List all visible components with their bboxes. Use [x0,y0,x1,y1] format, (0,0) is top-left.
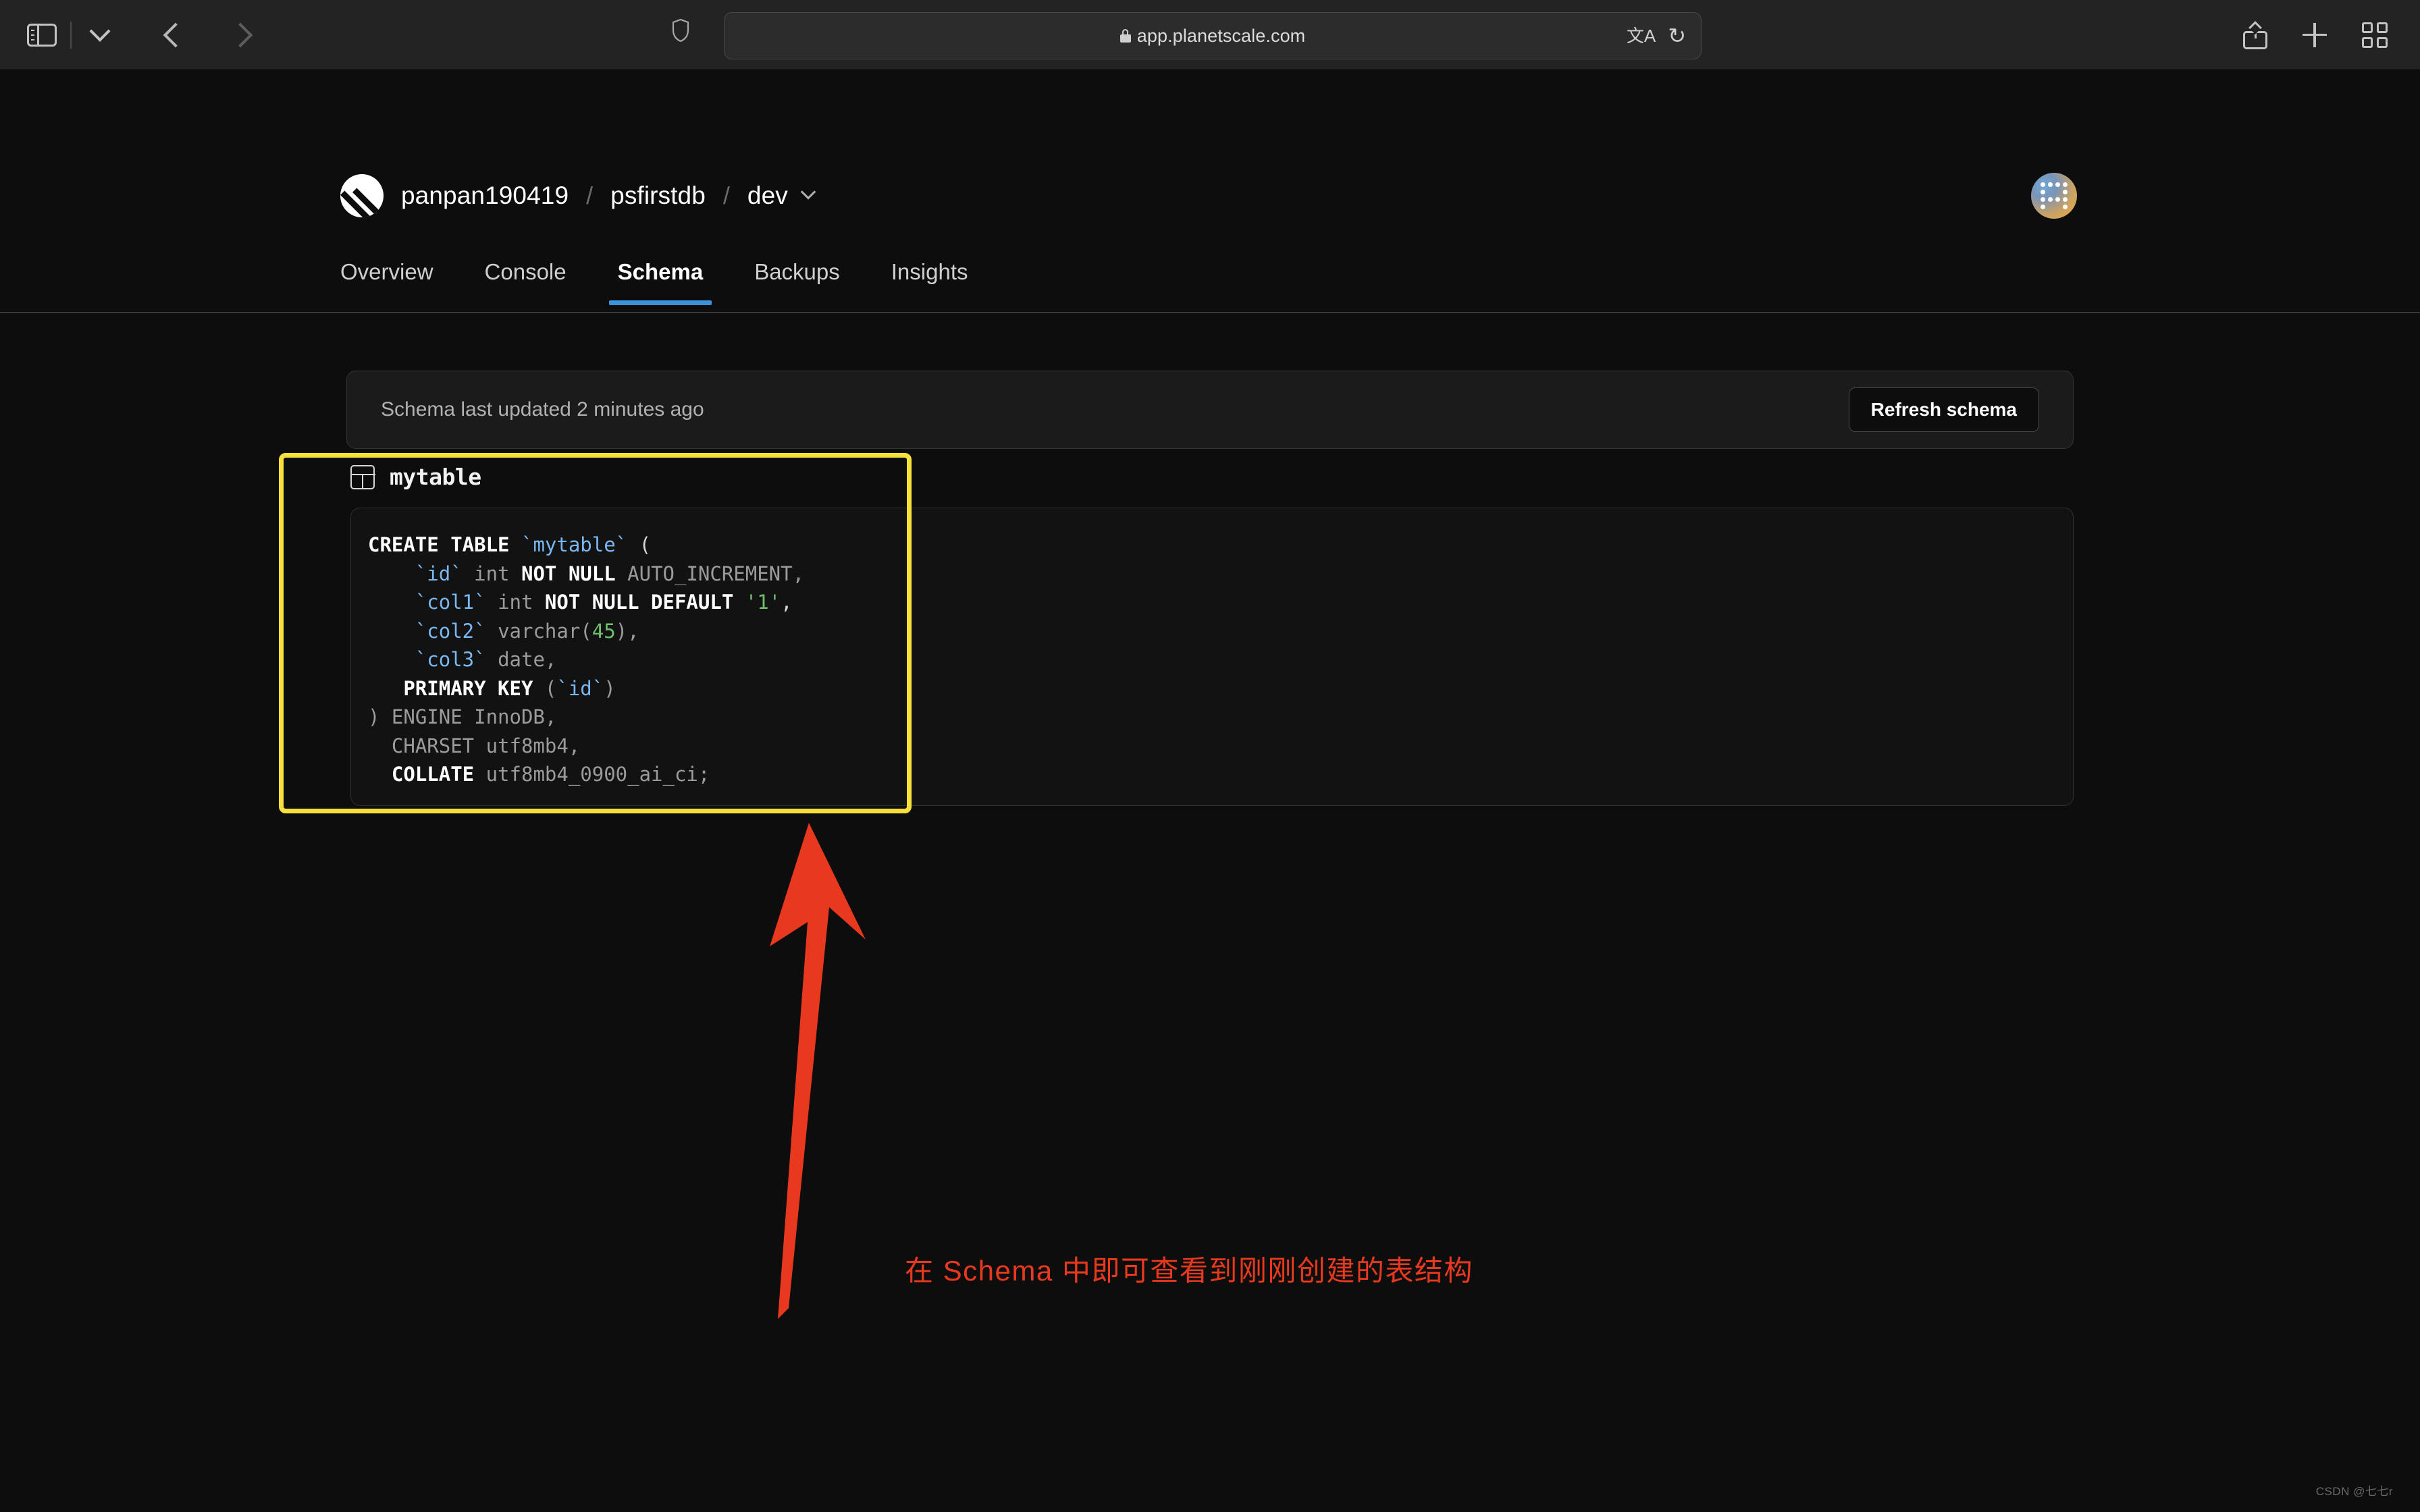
code-token: PRIMARY KEY [368,676,545,700]
code-token: `col2` [368,619,486,643]
create-table-sql: CREATE TABLE `mytable` ( `id` int NOT NU… [368,531,804,789]
code-line: COLLATE utf8mb4_0900_ai_ci; [368,760,804,789]
sidebar-dropdown-button[interactable] [78,14,122,57]
breadcrumb-branch[interactable]: dev [747,182,788,210]
sidebar-toggle-button[interactable] [20,14,63,57]
code-token: , [781,591,793,614]
planetscale-logo-icon[interactable] [340,174,384,217]
nav-divider [0,312,2420,313]
code-token: `col3` [368,648,486,671]
tab-schema[interactable]: Schema [608,259,712,305]
code-line: PRIMARY KEY (`id`) [368,674,804,703]
annotation-text: 在 Schema 中即可查看到刚刚创建的表结构 [905,1255,1473,1287]
watermark: CSDN @七七r [2315,1485,2393,1498]
table-icon [350,464,375,489]
breadcrumb-database[interactable]: psfirstdb [610,182,706,210]
code-token: `id` [368,562,463,585]
tab-backups[interactable]: Backups [754,259,840,302]
breadcrumb-separator: / [722,182,730,209]
tab-overview[interactable]: Overview [340,259,433,302]
code-token: '1' [745,591,781,614]
chevron-down-icon [89,20,111,42]
breadcrumb-organization[interactable]: panpan190419 [401,182,569,210]
tab-console[interactable]: Console [485,259,567,302]
code-token: int [485,591,545,614]
code-token: CHARSET utf8mb4, [368,734,581,757]
shield-icon[interactable] [672,19,689,42]
code-token: AUTO_INCREMENT, [615,562,805,585]
back-button[interactable] [154,14,197,57]
code-token: utf8mb4_0900_ai_ci; [474,763,710,786]
code-token: `mytable` [521,533,628,556]
forward-button[interactable] [219,14,262,57]
code-token: 45 [591,619,616,643]
code-token: NOT NULL [521,562,616,585]
code-line: CREATE TABLE `mytable` ( [368,531,804,560]
avatar[interactable] [2031,173,2077,219]
code-token: int [462,562,521,585]
breadcrumb: panpan190419 / psfirstdb / dev [340,174,816,217]
code-token: ( [627,533,652,556]
code-line: `id` int NOT NULL AUTO_INCREMENT, [368,560,804,589]
reload-icon[interactable]: ↻ [1668,25,1686,47]
browser-actions [2243,20,2388,49]
address-bar[interactable]: app.planetscale.com 文A ↻ [724,12,1702,59]
code-line: `col1` int NOT NULL DEFAULT '1', [368,588,804,617]
code-token: COLLATE [368,763,475,786]
schema-last-updated-text: Schema last updated 2 minutes ago [381,398,704,421]
code-token: varchar( [485,619,592,643]
sidebar-icon [27,23,57,47]
translate-icon[interactable]: 文A [1627,27,1656,45]
browser-toolbar: app.planetscale.com 文A ↻ [0,0,2420,70]
table-header: mytable [350,464,481,490]
arrow-left-icon [163,22,188,47]
refresh-schema-button[interactable]: Refresh schema [1848,387,2039,432]
lock-icon [1120,29,1131,43]
code-token: ) ENGINE InnoDB, [368,705,557,728]
arrow-right-icon [228,22,253,47]
code-token: `col1` [368,591,486,614]
app-header: panpan190419 / psfirstdb / dev Overview … [0,70,2420,313]
address-bar-actions: 文A ↻ [1627,25,1686,47]
new-tab-icon[interactable] [2303,22,2327,47]
code-token: CREATE TABLE [368,533,521,556]
tab-insights[interactable]: Insights [891,259,968,302]
code-token: ( [544,676,557,700]
share-icon[interactable] [2243,20,2267,49]
code-token: ) [604,676,616,700]
chevron-down-icon[interactable] [800,184,816,200]
browser-nav-controls [20,14,262,57]
schema-status-bar: Schema last updated 2 minutes ago Refres… [346,371,2074,449]
avatar-pattern-icon [2041,182,2068,209]
code-token: `id` [556,676,604,700]
code-line: ) ENGINE InnoDB, [368,703,804,732]
code-line: `col2` varchar(45), [368,617,804,646]
code-line: CHARSET utf8mb4, [368,732,804,761]
code-token: ), [615,619,639,643]
table-name: mytable [390,464,481,490]
code-line: `col3` date, [368,645,804,674]
toolbar-divider [70,21,72,49]
tab-overview-icon[interactable] [2362,22,2388,48]
code-token: date, [485,648,557,671]
breadcrumb-separator: / [586,182,594,209]
main-nav-tabs: Overview Console Schema Backups Insights [340,259,1020,305]
address-bar-content: app.planetscale.com [1120,26,1306,47]
code-token: NOT NULL DEFAULT [544,591,745,614]
url-text: app.planetscale.com [1136,25,1306,46]
app-page: panpan190419 / psfirstdb / dev Overview … [0,70,2420,1512]
